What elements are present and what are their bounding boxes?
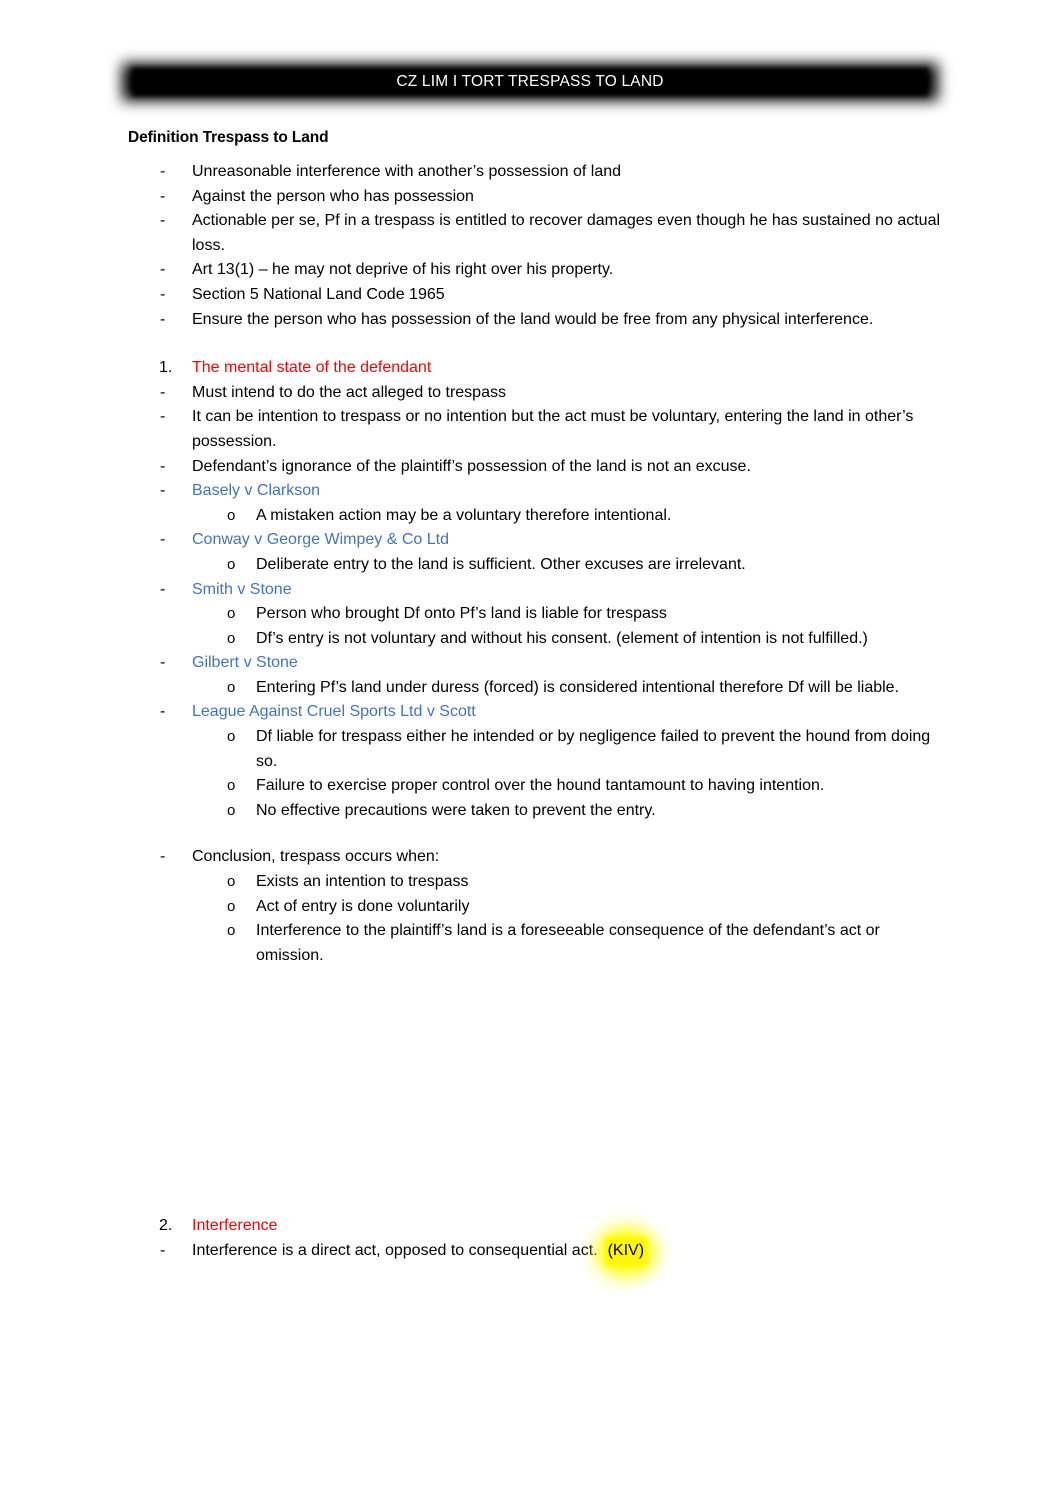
list-item-text: Actionable per se, Pf in a trespass is e…: [192, 212, 941, 254]
case-holding-text: Df’s entry is not voluntary and without …: [256, 629, 868, 647]
document-content: - Unreasonable interference with another…: [0, 160, 1062, 1277]
list-item-text: Section 5 National Land Code 1965: [192, 285, 445, 303]
dash-marker: -: [160, 408, 166, 426]
list-number: 1.: [159, 359, 173, 377]
list-item: - Defendant’s ignorance of the plaintiff…: [0, 455, 1062, 480]
dash-marker: -: [160, 703, 166, 721]
conclusion-item: o Exists an intention to trespass: [0, 870, 1062, 895]
case-name: Gilbert v Stone: [192, 654, 298, 672]
dash-marker: -: [160, 848, 166, 866]
dash-marker: -: [160, 383, 166, 401]
dash-marker: -: [160, 212, 166, 230]
case-holding-text: Deliberate entry to the land is sufficie…: [256, 555, 746, 573]
case-holding-text: Entering Pf’s land under duress (forced)…: [256, 678, 900, 696]
circle-marker: o: [227, 728, 236, 746]
list-item-text: Must intend to do the act alleged to tre…: [192, 383, 506, 401]
case-citation: - Smith v Stone: [0, 578, 1062, 603]
list-item: - Must intend to do the act alleged to t…: [0, 381, 1062, 406]
list-item: - It can be intention to trespass or no …: [0, 405, 1062, 454]
section-1-title: The mental state of the defendant: [192, 359, 432, 377]
case-holding-text: Person who brought Df onto Pf’s land is …: [256, 605, 667, 623]
dash-marker: -: [160, 310, 166, 328]
case-holding-text: No effective precautions were taken to p…: [256, 801, 656, 819]
list-item-text-with-note: Interference is a direct act, opposed to…: [192, 1228, 940, 1277]
conclusion-item: o Act of entry is done voluntarily: [0, 895, 1062, 920]
dash-marker: -: [160, 457, 166, 475]
case-holding-text: A mistaken action may be a voluntary the…: [256, 506, 672, 524]
list-item-text: Against the person who has possession: [192, 187, 474, 205]
circle-marker: o: [227, 873, 236, 891]
case-holding: o Deliberate entry to the land is suffic…: [0, 553, 1062, 578]
case-holding: o Entering Pf’s land under duress (force…: [0, 676, 1062, 701]
large-spacer: [0, 968, 1062, 1214]
conclusion-lead-text: Conclusion, trespass occurs when:: [192, 848, 440, 866]
dash-marker: -: [160, 187, 166, 205]
dash-marker: -: [160, 1242, 166, 1259]
list-item: - Ensure the person who has possession o…: [0, 308, 1062, 333]
circle-marker: o: [227, 629, 236, 647]
list-item: - Interference is a direct act, opposed …: [0, 1228, 1062, 1277]
case-name: Basely v Clarkson: [192, 482, 321, 500]
circle-marker: o: [227, 922, 236, 940]
dash-marker: -: [160, 482, 166, 500]
case-holding-text: Df liable for trespass either he intende…: [256, 728, 931, 770]
definition-section-heading-label: Definition Trespass to Land: [128, 129, 329, 146]
dash-marker: -: [160, 285, 166, 303]
conclusion-item-text: Act of entry is done voluntarily: [256, 897, 470, 915]
case-citation: - Conway v George Wimpey & Co Ltd: [0, 528, 1062, 553]
dash-marker: -: [160, 654, 166, 672]
page-header-banner: CZ LIM I TORT TRESPASS TO LAND: [122, 63, 938, 101]
list-number: 2.: [159, 1217, 173, 1235]
dash-marker: -: [160, 580, 166, 598]
numbered-heading-2: 2. Interference: [0, 1214, 1062, 1239]
case-holding-text: Failure to exercise proper control over …: [256, 777, 825, 795]
section-2-title: Interference: [192, 1217, 278, 1235]
list-item: - Actionable per se, Pf in a trespass is…: [0, 209, 1062, 258]
page-header-title: CZ LIM I TORT TRESPASS TO LAND: [396, 73, 664, 90]
kiv-label: (KIV): [607, 1242, 645, 1259]
circle-marker: o: [227, 555, 236, 573]
circle-marker: o: [227, 605, 236, 623]
dash-marker: -: [160, 531, 166, 549]
list-item: - Against the person who has possession: [0, 185, 1062, 210]
list-item-text: Art 13(1) – he may not deprive of his ri…: [192, 261, 614, 279]
circle-marker: o: [227, 678, 236, 696]
interference-point-text: Interference is a direct act, opposed to…: [192, 1242, 598, 1259]
list-item-text: It can be intention to trespass or no in…: [192, 408, 914, 450]
conclusion-item-text: Exists an intention to trespass: [256, 873, 469, 891]
case-citation: - League Against Cruel Sports Ltd v Scot…: [0, 700, 1062, 725]
dash-marker: -: [160, 163, 166, 180]
case-holding: o A mistaken action may be a voluntary t…: [0, 504, 1062, 529]
list-item: - Art 13(1) – he may not deprive of his …: [0, 258, 1062, 283]
conclusion-item: o Interference to the plaintiff’s land i…: [0, 919, 1062, 968]
case-holding: o No effective precautions were taken to…: [0, 799, 1062, 824]
case-holding: o Df’s entry is not voluntary and withou…: [0, 627, 1062, 652]
list-item-text: Ensure the person who has possession of …: [192, 310, 874, 328]
case-citation: - Basely v Clarkson: [0, 479, 1062, 504]
case-holding: o Failure to exercise proper control ove…: [0, 774, 1062, 799]
numbered-heading-1: 1. The mental state of the defendant: [0, 356, 1062, 381]
definition-section-heading: Definition Trespass to Land: [122, 129, 354, 153]
conclusion-lead: - Conclusion, trespass occurs when:: [0, 845, 1062, 870]
dash-marker: -: [160, 261, 166, 279]
case-holding: o Df liable for trespass either he inten…: [0, 725, 1062, 774]
list-item-text: Defendant’s ignorance of the plaintiff’s…: [192, 457, 751, 475]
kiv-highlight: (KIV): [595, 1228, 657, 1277]
list-item: - Unreasonable interference with another…: [0, 160, 1062, 185]
circle-marker: o: [227, 506, 236, 524]
case-name: Conway v George Wimpey & Co Ltd: [192, 531, 449, 549]
list-item: - Section 5 National Land Code 1965: [0, 283, 1062, 308]
case-name: Smith v Stone: [192, 580, 292, 598]
circle-marker: o: [227, 777, 236, 795]
conclusion-item-text: Interference to the plaintiff’s land is …: [256, 922, 880, 964]
circle-marker: o: [227, 801, 236, 819]
circle-marker: o: [227, 897, 236, 915]
case-citation: - Gilbert v Stone: [0, 651, 1062, 676]
case-holding: o Person who brought Df onto Pf’s land i…: [0, 602, 1062, 627]
list-item-text: Unreasonable interference with another’s…: [192, 163, 622, 180]
case-name: League Against Cruel Sports Ltd v Scott: [192, 703, 476, 721]
